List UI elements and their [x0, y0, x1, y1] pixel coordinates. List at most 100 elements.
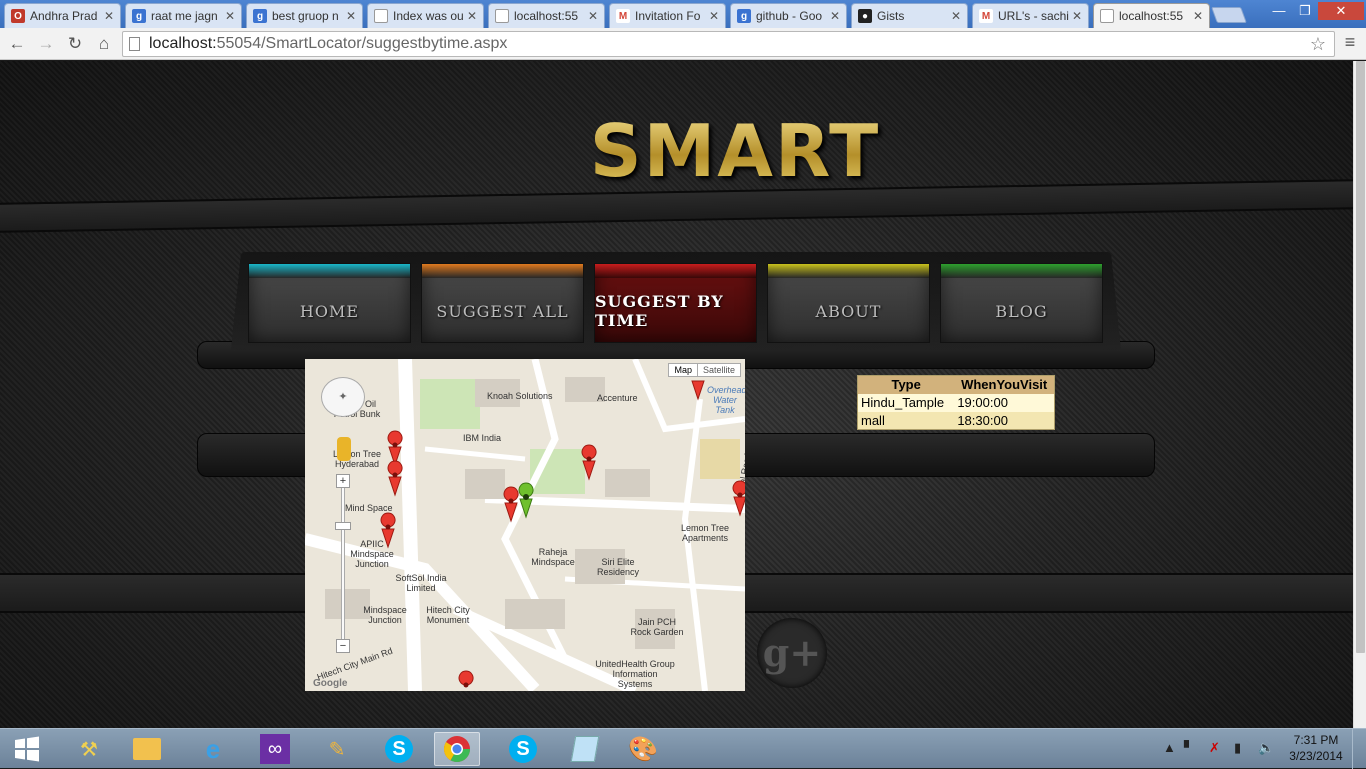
zoom-slider-thumb[interactable]	[335, 522, 351, 530]
volume-icon[interactable]: 🔈	[1258, 740, 1274, 756]
nav-accent-stripe	[249, 264, 410, 278]
close-tab-icon[interactable]: ✕	[223, 9, 237, 23]
skype-icon[interactable]: S	[500, 732, 546, 766]
close-tab-icon[interactable]: ✕	[102, 9, 116, 23]
nav-item-label: HOME	[299, 301, 360, 321]
windows-start-icon[interactable]	[4, 732, 50, 766]
close-tab-icon[interactable]: ✕	[707, 9, 721, 23]
map-pan-control-icon[interactable]: ✦	[321, 377, 365, 417]
chrome-icon[interactable]	[434, 732, 480, 766]
map-marker-current[interactable]	[518, 482, 534, 519]
scrollbar-thumb[interactable]	[1356, 61, 1365, 653]
gmail-icon: M	[979, 9, 993, 23]
browser-tab[interactable]: g raat me jagn ✕	[125, 3, 242, 28]
map-type-map[interactable]: Map	[669, 364, 697, 376]
browser-tab[interactable]: M URL's - sachi ✕	[972, 3, 1089, 28]
table-cell: 19:00:00	[954, 393, 1055, 412]
signal-icon[interactable]: ▘	[1184, 740, 1194, 756]
map-marker[interactable]	[581, 444, 597, 481]
visual-studio-icon[interactable]: ∞	[252, 732, 298, 766]
system-clock[interactable]: 7:31 PM 3/23/2014	[1288, 732, 1344, 764]
zoom-slider-track[interactable]	[341, 479, 345, 649]
windows-taskbar: ⚒ e ∞ ✎ S S 🎨 ▲ ▘ ✗ ▮ 🔈 7:31 PM 3/23/201…	[0, 728, 1366, 769]
nav-item-home[interactable]: HOME	[248, 263, 411, 343]
browser-toolbar: ← → ↻ ⌂ localhost:55054/SmartLocator/sug…	[0, 28, 1366, 60]
home-icon[interactable]: ⌂	[92, 32, 116, 56]
nav-item-blog[interactable]: BLOG	[940, 263, 1103, 343]
browser-tab[interactable]: g best gruop n ✕	[246, 3, 363, 28]
zoom-in-icon[interactable]: +	[336, 474, 350, 488]
browser-tab[interactable]: g github - Goo ✕	[730, 3, 847, 28]
close-window-icon[interactable]: ✕	[1318, 2, 1364, 20]
new-tab-button[interactable]	[1211, 7, 1247, 23]
map-type-control[interactable]: Map Satellite	[668, 363, 741, 377]
page-scrollbar[interactable]	[1353, 61, 1366, 728]
browser-tab[interactable]: localhost:55 ✕	[1093, 3, 1210, 28]
table-row: Hindu_Tample 19:00:00	[857, 393, 1055, 412]
page-icon	[129, 37, 140, 51]
tab-title: localhost:55	[514, 9, 579, 23]
map-marker[interactable]	[458, 670, 474, 688]
tab-title: best gruop n	[272, 9, 339, 23]
chrome-menu-icon[interactable]: ≡	[1340, 32, 1360, 56]
google-icon: g	[253, 9, 267, 23]
street-view-pegman-icon[interactable]	[337, 437, 351, 461]
map-marker[interactable]	[387, 460, 403, 497]
visit-time-table: Type WhenYouVisit Hindu_Tample 19:00:00 …	[857, 375, 1055, 430]
close-tab-icon[interactable]: ✕	[344, 9, 358, 23]
close-tab-icon[interactable]: ✕	[1070, 9, 1084, 23]
browser-tab-strip: O Andhra Prad ✕ g raat me jagn ✕ g best gruop n…	[0, 0, 1366, 28]
close-tab-icon[interactable]: ✕	[1191, 9, 1205, 23]
address-bar[interactable]: localhost:55054/SmartLocator/suggestbyti…	[122, 31, 1335, 57]
close-tab-icon[interactable]: ✕	[465, 9, 479, 23]
back-icon[interactable]: ←	[5, 32, 29, 56]
show-desktop-button[interactable]	[1352, 729, 1366, 769]
map-marker[interactable]	[380, 512, 396, 549]
google-icon: g	[132, 9, 146, 23]
map-marker[interactable]	[691, 380, 705, 401]
browser-tab[interactable]: M Invitation Fo ✕	[609, 3, 726, 28]
skype-icon[interactable]: S	[376, 732, 422, 766]
tab-title: Invitation Fo	[635, 9, 701, 23]
restore-icon[interactable]: ❐	[1294, 2, 1316, 20]
show-hidden-icons-icon[interactable]: ▲	[1163, 740, 1176, 755]
minimize-icon[interactable]: —	[1264, 2, 1294, 20]
notepad-icon[interactable]	[562, 732, 608, 766]
paint-tool-icon[interactable]: ✎	[314, 732, 360, 766]
browser-tab[interactable]: O Andhra Prad ✕	[4, 3, 121, 28]
control-panel-tools-icon[interactable]: ⚒	[66, 732, 112, 766]
paint-palette-icon[interactable]: 🎨	[620, 732, 666, 766]
map-type-satellite[interactable]: Satellite	[696, 364, 740, 376]
forward-icon[interactable]: →	[34, 32, 58, 56]
map-marker[interactable]	[732, 480, 745, 517]
bookmark-star-icon[interactable]: ☆	[1310, 32, 1326, 56]
nav-item-suggest-by-time[interactable]: SUGGEST BY TIME	[594, 263, 757, 343]
column-header-when: WhenYouVisit	[954, 375, 1055, 394]
browser-tab[interactable]: localhost:55 ✕	[488, 3, 605, 28]
reload-icon[interactable]: ↻	[63, 32, 87, 56]
gmail-icon: M	[616, 9, 630, 23]
close-tab-icon[interactable]: ✕	[586, 9, 600, 23]
column-header-type: Type	[857, 375, 955, 394]
file-explorer-icon[interactable]	[124, 732, 170, 766]
browser-tab[interactable]: ● Gists ✕	[851, 3, 968, 28]
close-tab-icon[interactable]: ✕	[949, 9, 963, 23]
google-plus-icon[interactable]: g+	[757, 618, 827, 688]
zoom-out-icon[interactable]: −	[336, 639, 350, 653]
network-icon[interactable]: ✗	[1209, 740, 1220, 756]
map-marker[interactable]	[503, 486, 519, 523]
site-logo[interactable]: SMART LOCATOR	[410, 111, 1060, 271]
google-map[interactable]: Knoah Solutions Accenture IBM India Indi…	[305, 359, 745, 691]
tab-title: github - Goo	[756, 9, 823, 23]
battery-icon[interactable]: ▮	[1234, 740, 1241, 756]
map-marker[interactable]	[387, 430, 403, 467]
nav-accent-stripe	[768, 264, 929, 278]
nav-item-label: SUGGEST BY TIME	[595, 292, 724, 330]
browser-tab[interactable]: Index was ou ✕	[367, 3, 484, 28]
nav-item-about[interactable]: ABOUT	[767, 263, 930, 343]
nav-item-suggest-all[interactable]: SUGGEST ALL	[421, 263, 584, 343]
close-tab-icon[interactable]: ✕	[828, 9, 842, 23]
tab-title: localhost:55	[1119, 9, 1184, 23]
internet-explorer-icon[interactable]: e	[190, 732, 236, 766]
table-row: mall 18:30:00	[857, 411, 1055, 430]
